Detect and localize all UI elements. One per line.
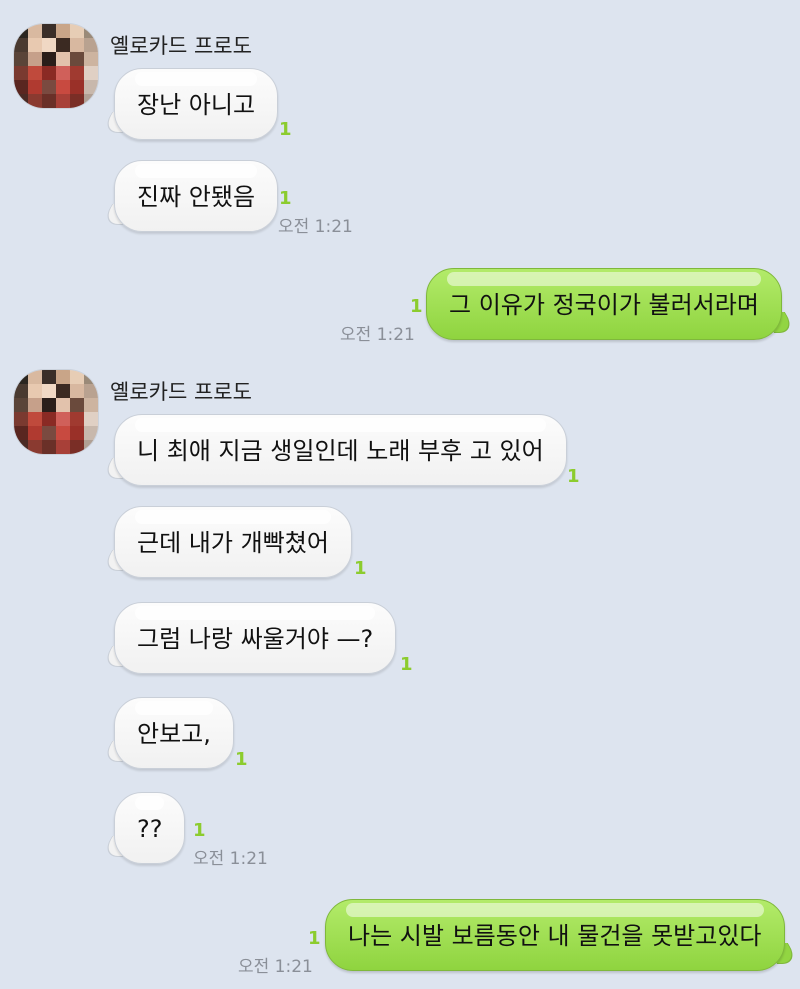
message-timestamp: 오전 1:21 bbox=[278, 217, 353, 237]
unread-count: 1 bbox=[279, 119, 292, 140]
sender-avatar[interactable] bbox=[14, 370, 98, 454]
message-text: 나는 시발 보름동안 내 물건을 못받고있다 bbox=[348, 922, 762, 950]
message-text: 장난 아니고 bbox=[137, 91, 256, 119]
message-timestamp: 오전 1:21 bbox=[238, 957, 313, 977]
message-text: 그럼 나랑 싸울거야 —? bbox=[137, 625, 374, 653]
unread-count: 1 bbox=[567, 466, 580, 487]
message-timestamp: 오전 1:21 bbox=[340, 325, 415, 345]
message-text: 니 최애 지금 생일인데 노래 부후 고 있어 bbox=[137, 437, 544, 465]
message-bubble[interactable]: 그럼 나랑 싸울거야 —? bbox=[114, 602, 397, 674]
unread-count: 1 bbox=[400, 654, 413, 675]
message-bubble[interactable]: 근데 내가 개빡쳤어 bbox=[114, 506, 352, 578]
message-bubble-outgoing[interactable]: 나는 시발 보름동안 내 물건을 못받고있다 bbox=[325, 899, 785, 971]
message-bubble[interactable]: 진짜 안됐음 bbox=[114, 160, 279, 232]
unread-count: 1 bbox=[193, 820, 206, 841]
sender-name: 옐로카드 프로도 bbox=[110, 34, 252, 58]
message-bubble-outgoing[interactable]: 그 이유가 정국이가 불러서라며 bbox=[426, 268, 782, 340]
unread-count: 1 bbox=[354, 558, 367, 579]
message-bubble[interactable]: 니 최애 지금 생일인데 노래 부후 고 있어 bbox=[114, 414, 567, 486]
message-bubble[interactable]: ?? bbox=[114, 792, 186, 864]
unread-count: 1 bbox=[279, 188, 292, 209]
unread-count: 1 bbox=[235, 749, 248, 770]
unread-count: 1 bbox=[410, 296, 423, 317]
chat-area[interactable]: 옐로카드 프로도 장난 아니고 1 진짜 안됐음 1 오전 1:21 그 이유가… bbox=[0, 0, 800, 989]
sender-avatar[interactable] bbox=[14, 24, 98, 108]
message-text: 진짜 안됐음 bbox=[137, 183, 256, 211]
message-bubble[interactable]: 장난 아니고 bbox=[114, 68, 279, 140]
unread-count: 1 bbox=[308, 928, 321, 949]
message-text: 근데 내가 개빡쳤어 bbox=[137, 529, 329, 557]
message-text: 안보고, bbox=[137, 720, 211, 748]
message-bubble[interactable]: 안보고, bbox=[114, 697, 234, 769]
message-timestamp: 오전 1:21 bbox=[193, 849, 268, 869]
message-text: ?? bbox=[137, 815, 163, 843]
message-text: 그 이유가 정국이가 불러서라며 bbox=[449, 291, 759, 319]
sender-name: 옐로카드 프로도 bbox=[110, 380, 252, 404]
